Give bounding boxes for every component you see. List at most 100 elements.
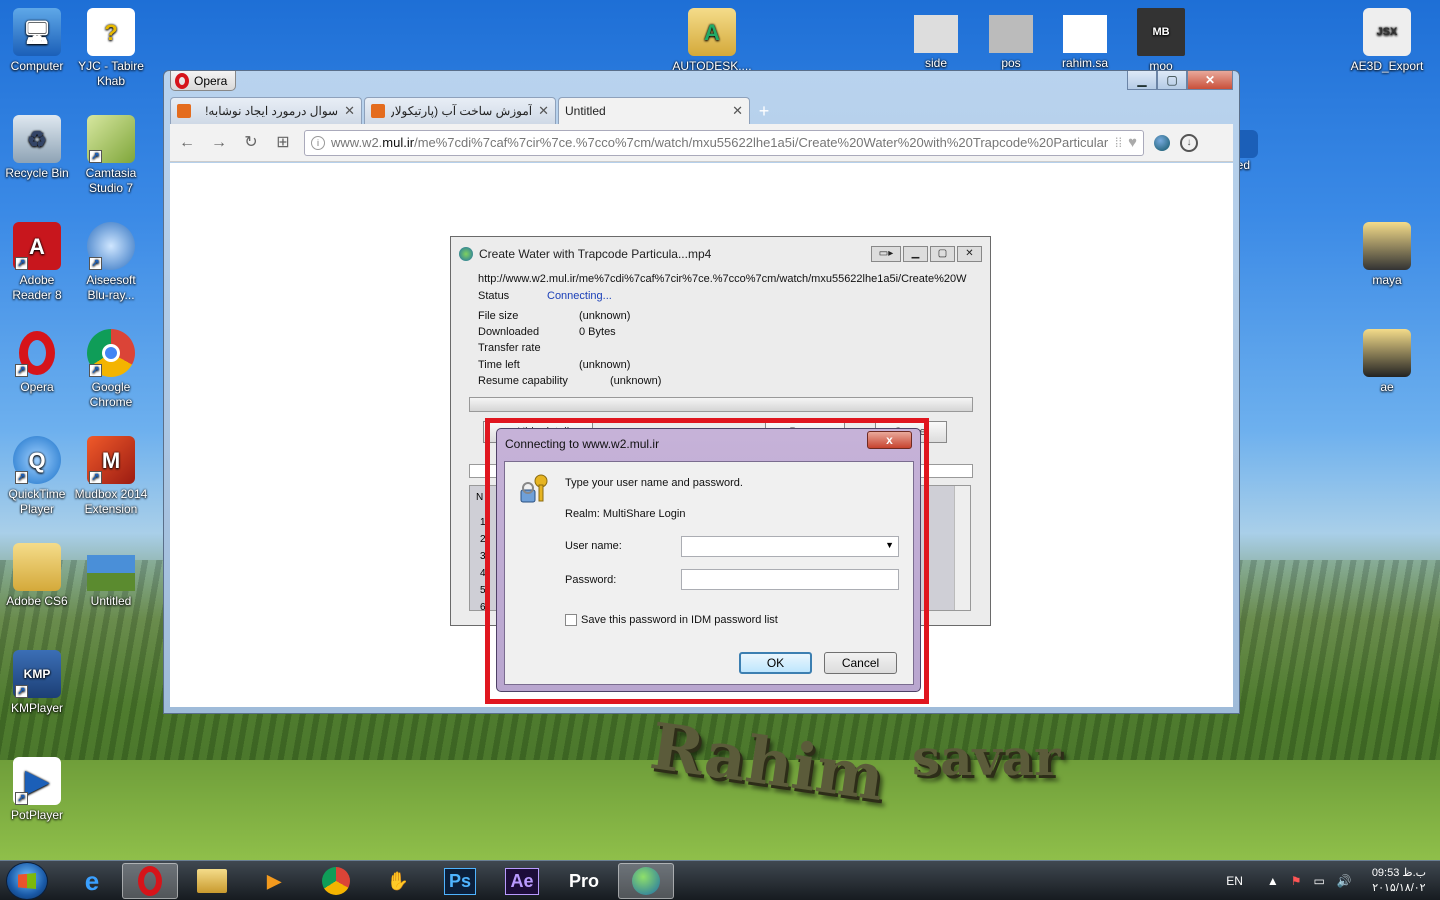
idm-row-label: File size	[478, 310, 519, 322]
dialog-title-bar: Connecting to www.w2.mul.ir x	[497, 429, 920, 459]
tab-close-icon[interactable]: ✕	[344, 103, 355, 119]
taskbar-explorer[interactable]	[184, 863, 240, 899]
close-button[interactable]: ✕	[1187, 71, 1233, 90]
reload-button[interactable]: ↻	[240, 132, 262, 154]
forward-button[interactable]: →	[208, 132, 230, 154]
desktop-icon-mudbox[interactable]: M ↗ Mudbox 2014 Extension	[74, 436, 148, 517]
download-icon[interactable]: ↓	[1180, 133, 1198, 152]
icon-label: maya	[1372, 273, 1402, 287]
show-hidden-icons-icon[interactable]: ▲	[1261, 874, 1285, 888]
desktop-icon-aiseesoft[interactable]: ↗ Aiseesoft Blu-ray...	[74, 222, 148, 303]
taskbar-photoshop[interactable]: Ps	[432, 863, 488, 899]
taskbar-ie[interactable]: e	[64, 863, 120, 899]
desktop-icon-pos[interactable]: pos	[974, 15, 1048, 71]
tab-question[interactable]: سوال درمورد ایجاد نوشابه! ✕	[170, 97, 362, 124]
icon-label: ae	[1380, 380, 1394, 394]
taskbar-chrome[interactable]	[308, 863, 364, 899]
save-password-checkbox[interactable]	[565, 614, 577, 626]
back-button[interactable]: ←	[176, 132, 198, 154]
dialog-close-button[interactable]: x	[867, 431, 912, 449]
desktop-icon-yjc[interactable]: ? YJC - Tabire Khab	[74, 8, 148, 89]
maximize-button[interactable]: ▢	[1157, 71, 1187, 90]
desktop-icon-chrome[interactable]: ↗ Google Chrome	[74, 329, 148, 410]
speed-dial-button[interactable]: ⊞	[272, 132, 294, 154]
desktop-icon-side[interactable]: side	[899, 15, 973, 71]
url-text: www.w2.mul.ir/me%7cdi%7caf%7cir%7ce.%7cc…	[331, 135, 1109, 150]
desktop-icon-kmplayer[interactable]: KMP ↗ KMPlayer	[0, 650, 74, 716]
clock[interactable]: 09:53 ب.ظ ۲۰۱۵/۱۸/۰۲	[1358, 866, 1440, 896]
icon-label: pos	[1001, 56, 1021, 70]
tab-untitled[interactable]: Untitled ✕	[176, 97, 750, 203]
desktop-icon-adobe-cs6[interactable]: Adobe CS6	[0, 543, 74, 609]
idm-downloaded-row: Downloaded 0 Bytes	[478, 326, 616, 338]
heart-icon[interactable]: ♥	[1128, 134, 1137, 151]
stash-icon[interactable]: ⁞⁞	[1115, 135, 1122, 150]
taskbar-idm[interactable]	[618, 863, 674, 899]
system-tray: EN ▲ ⚑ ▭ 🔊 09:53 ب.ظ ۲۰۱۵/۱۸/۰۲	[1208, 861, 1440, 900]
shortcut-arrow-icon: ↗	[89, 471, 102, 484]
desktop-icon-untitled[interactable]: Untitled	[74, 543, 148, 609]
desktop-icon-ae3d-export[interactable]: JSX AE3D_Export	[1346, 8, 1428, 74]
desktop-icon-recycle-bin[interactable]: ♻ Recycle Bin	[0, 115, 74, 181]
clock-time: 09:53 ب.ظ	[1371, 867, 1426, 879]
taskbar-opera[interactable]	[122, 863, 178, 899]
icon-label: Google Chrome	[89, 380, 133, 409]
ok-button[interactable]: OK	[739, 652, 812, 674]
photoshop-icon: Ps	[443, 867, 477, 895]
idm-row-value: (unknown)	[610, 375, 662, 387]
volume-icon[interactable]: 🔊	[1331, 874, 1358, 888]
address-bar[interactable]: i www.w2.mul.ir/me%7cdi%7caf%7cir%7ce.%7…	[304, 129, 1144, 156]
new-tab-button[interactable]: +	[752, 101, 776, 123]
icon-label: Aiseesoft Blu-ray...	[86, 273, 136, 302]
minimize-button[interactable]: ▁	[1127, 71, 1157, 90]
action-center-icon[interactable]: ⚑	[1285, 874, 1308, 888]
opera-menu-button[interactable]: Opera	[170, 71, 236, 91]
language-indicator[interactable]: EN	[1208, 874, 1261, 888]
camtasia-icon: ↗	[87, 115, 135, 163]
tab-close-icon[interactable]: ✕	[732, 103, 743, 119]
idm-maximize-button[interactable]: ▢	[930, 246, 955, 262]
opera-icon	[138, 866, 162, 896]
taskbar-premiere[interactable]: Pro	[556, 863, 612, 899]
icon-label: Mudbox 2014 Extension	[74, 487, 148, 516]
start-button[interactable]	[6, 862, 48, 900]
desktop-icon-potplayer[interactable]: ▶ ↗ PotPlayer	[0, 757, 74, 823]
folder-icon	[1363, 329, 1411, 377]
dialog-realm: Realm: MultiShare Login	[565, 508, 686, 520]
desktop-icon-moo[interactable]: MB moo	[1124, 8, 1198, 74]
desktop-icon-quicktime[interactable]: Q ↗ QuickTime Player	[0, 436, 74, 517]
media-player-icon: ▶	[267, 870, 281, 891]
desktop-icon-opera[interactable]: ↗ Opera	[0, 329, 74, 395]
extension-globe-icon[interactable]	[1154, 134, 1170, 151]
desktop-icon-autodesk[interactable]: A AUTODESK....	[672, 8, 752, 74]
username-combobox[interactable]: ▼	[681, 536, 899, 557]
desktop-icon-ae[interactable]: ae	[1350, 329, 1424, 395]
desktop-icon-maya[interactable]: maya	[1350, 222, 1424, 288]
idm-list-scrollbar[interactable]	[954, 486, 970, 610]
taskbar-media-player[interactable]: ▶	[246, 863, 302, 899]
desktop-icon-rahim-sa[interactable]: rahim.sa	[1048, 15, 1122, 71]
taskbar-after-effects[interactable]: Ae	[494, 863, 550, 899]
cancel-button[interactable]: Cancel	[824, 652, 897, 674]
icon-label: QuickTime Player	[8, 487, 66, 516]
kmplayer-icon: KMP ↗	[13, 650, 61, 698]
password-field[interactable]	[681, 569, 899, 590]
shortcut-arrow-icon: ↗	[15, 685, 28, 698]
idm-resume-row: Resume capability (unknown)	[478, 375, 661, 387]
idm-progress-arrow-icon[interactable]: ▭▸	[871, 246, 901, 262]
network-icon[interactable]: ▭	[1308, 874, 1331, 888]
idm-close-button[interactable]: ✕	[957, 246, 982, 262]
idm-row-value: 0 Bytes	[579, 326, 616, 338]
tab-close-icon[interactable]: ✕	[538, 103, 549, 119]
idm-minimize-button[interactable]: ▁	[903, 246, 928, 262]
desktop-icon-camtasia[interactable]: ↗ Camtasia Studio 7	[74, 115, 148, 196]
desktop-icon-adobe-reader[interactable]: A ↗ Adobe Reader 8	[0, 222, 74, 303]
desktop-icon-computer[interactable]: 🖥 Computer	[0, 8, 74, 74]
tab-water-tutorial[interactable]: آموزش ساخت آب (پارتیکولار) ✕	[364, 97, 556, 124]
tab-strip: سوال درمورد ایجاد نوشابه! ✕ آموزش ساخت آ…	[170, 97, 776, 203]
site-info-icon[interactable]: i	[311, 135, 325, 150]
taskbar-mudbox[interactable]: ✋	[370, 863, 426, 899]
chevron-down-icon[interactable]: ▼	[885, 540, 894, 550]
idm-status-label: Status	[478, 290, 510, 302]
image-icon	[989, 15, 1033, 53]
